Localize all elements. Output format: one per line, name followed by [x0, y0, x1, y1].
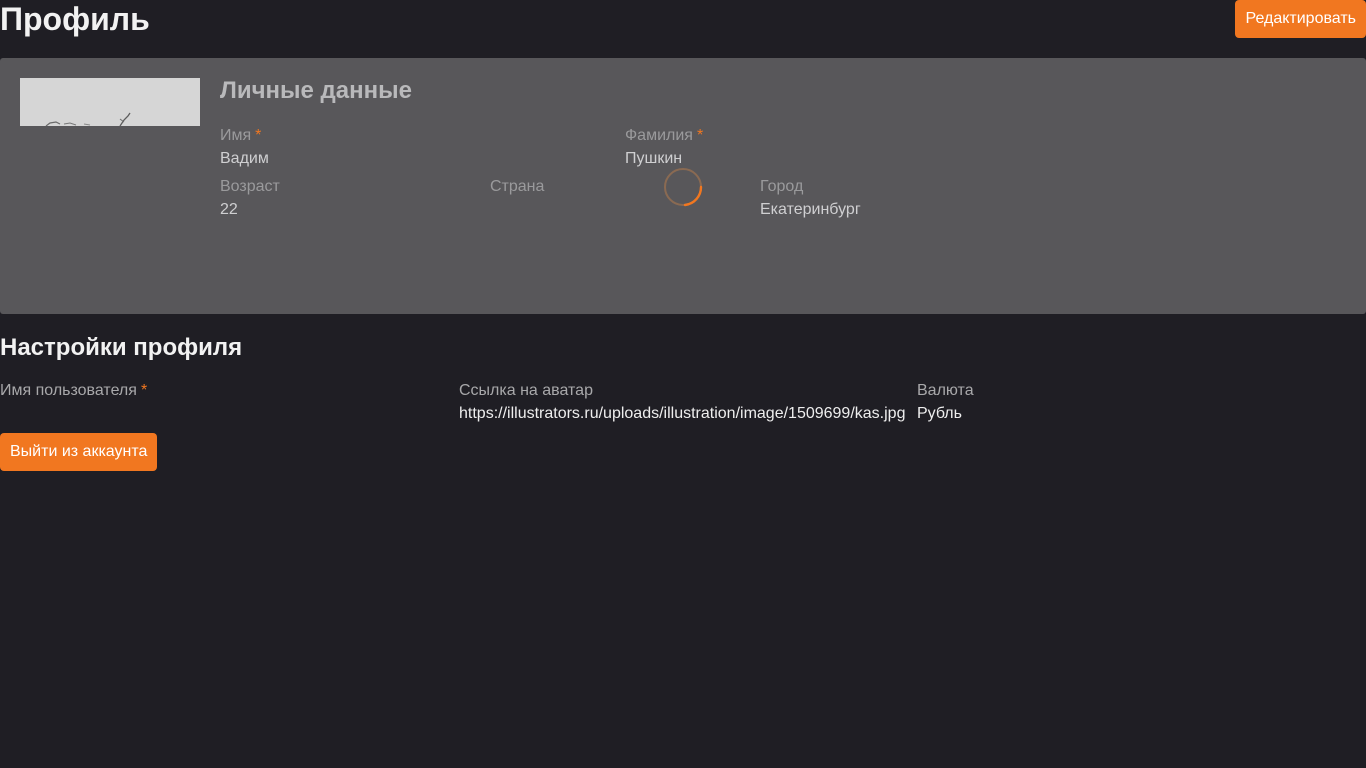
last-name-field: Фамилия * Пушкин — [625, 126, 703, 168]
last-name-label: Фамилия * — [625, 127, 704, 144]
avatar-sketch-image — [20, 78, 200, 126]
age-label: Возраст — [220, 178, 280, 195]
profile-settings-title: Настройки профиля — [0, 334, 243, 361]
username-label: Имя пользователя * — [0, 382, 148, 399]
country-field: Страна — [490, 177, 544, 200]
currency-value: Рубль — [917, 405, 962, 422]
age-value: 22 — [220, 201, 238, 218]
avatar — [20, 78, 200, 126]
city-field: Город Екатеринбург — [760, 177, 861, 219]
first-name-label: Имя * — [220, 127, 262, 144]
city-value: Екатеринбург — [760, 201, 861, 218]
country-label: Страна — [490, 178, 545, 195]
avatar-link-label: Ссылка на аватар — [459, 382, 593, 399]
avatar-link-field: Ссылка на аватар https://illustrators.ru… — [459, 381, 905, 423]
edit-button[interactable]: Редактировать — [1235, 0, 1366, 38]
personal-data-title: Личные данные — [220, 77, 412, 104]
required-mark: * — [696, 127, 704, 144]
required-mark: * — [255, 127, 262, 144]
logout-button[interactable]: Выйти из аккаунта — [0, 433, 158, 471]
required-mark: * — [140, 382, 148, 399]
age-field: Возраст 22 — [220, 177, 280, 219]
currency-label: Валюта — [917, 382, 974, 399]
username-field: Имя пользователя * — [0, 381, 147, 404]
profile-page: Профиль Редактировать Личные данные Имя *… — [0, 0, 1366, 768]
city-label: Город — [760, 178, 804, 195]
currency-field: Валюта Рубль — [917, 381, 974, 423]
first-name-value: Вадим — [220, 150, 269, 167]
last-name-value: Пушкин — [625, 150, 683, 167]
avatar-link-value: https://illustrators.ru/uploads/illustra… — [459, 405, 906, 422]
spinner-icon — [664, 168, 703, 207]
page-title: Профиль — [0, 1, 150, 37]
first-name-field: Имя * Вадим — [220, 126, 269, 168]
